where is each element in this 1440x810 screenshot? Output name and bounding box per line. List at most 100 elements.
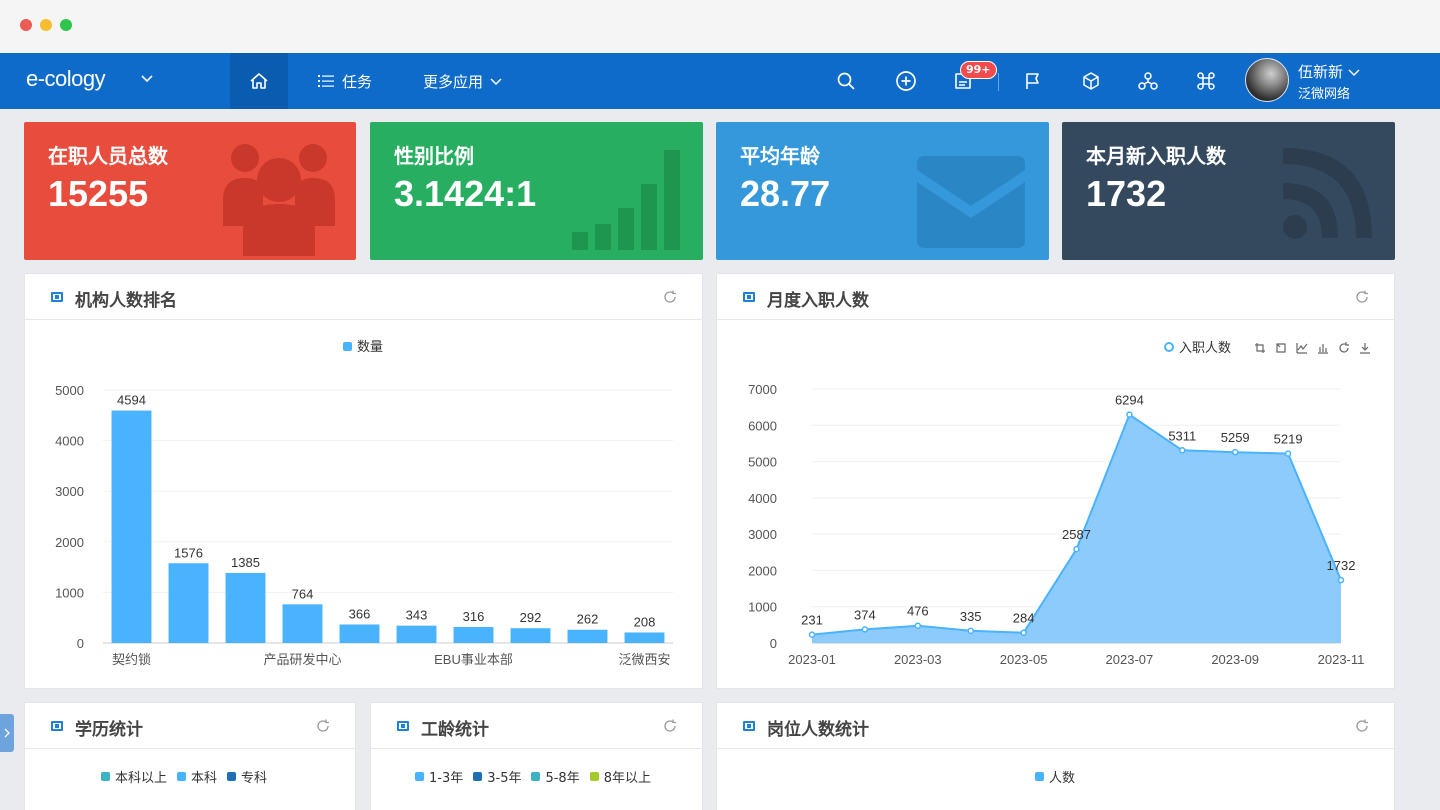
- legend-item[interactable]: 本科以上: [101, 767, 167, 786]
- sidebar-expand-handle[interactable]: [0, 714, 14, 752]
- panel-icon: [743, 292, 755, 302]
- zoom-reset-icon: [1276, 343, 1286, 353]
- legend-label: 1-3年: [429, 771, 464, 786]
- x-tick-label: 2023-03: [894, 652, 942, 667]
- stat-value: 3.1424:1: [394, 173, 537, 214]
- legend-item[interactable]: 人数: [1035, 767, 1075, 786]
- bar: [453, 627, 494, 643]
- panel-seniority: 工龄统计 1-3年 3-5年 5-8年 8年以上: [370, 702, 703, 810]
- org-tree-icon: [1138, 72, 1158, 90]
- window-minimize-button[interactable]: [40, 19, 52, 31]
- user-name[interactable]: 伍新新: [1298, 61, 1343, 82]
- nav-more-label: 更多应用: [423, 72, 484, 91]
- legend-item[interactable]: 5-8年: [531, 767, 580, 786]
- data-label: 231: [801, 613, 823, 628]
- window-maximize-button[interactable]: [60, 19, 72, 31]
- legend-swatch: [343, 342, 352, 351]
- app-logo[interactable]: e-cology: [26, 66, 106, 92]
- panel-icon: [743, 721, 755, 731]
- x-tick-label: 2023-07: [1106, 652, 1154, 667]
- legend-item[interactable]: 1-3年: [415, 767, 463, 786]
- legend-swatch: [531, 772, 541, 781]
- chevron-down-icon: [490, 78, 502, 86]
- y-tick-label: 3000: [748, 527, 777, 542]
- bar: [282, 604, 323, 643]
- legend-marker: [1164, 342, 1174, 352]
- chevron-down-icon[interactable]: [1347, 65, 1361, 79]
- home-icon: [250, 73, 268, 89]
- data-label: 1576: [174, 545, 203, 560]
- legend-label: 数量: [357, 339, 383, 354]
- search-icon: [837, 72, 855, 90]
- nav-task-button[interactable]: 任务: [318, 53, 372, 109]
- refresh-icon[interactable]: [662, 718, 678, 734]
- flag-button[interactable]: [1021, 69, 1045, 93]
- data-label: 262: [577, 612, 599, 627]
- x-tick-label: 2023-05: [1000, 652, 1048, 667]
- y-tick-label: 0: [77, 636, 84, 651]
- add-button[interactable]: [894, 69, 918, 93]
- nav-task-label: 任务: [342, 72, 373, 91]
- legend-item[interactable]: 8年以上: [589, 767, 651, 786]
- cube-button[interactable]: [1079, 69, 1103, 93]
- legend-swatch: [589, 772, 599, 781]
- legend-item[interactable]: 3-5年: [473, 767, 521, 786]
- stat-value: 15255: [48, 173, 149, 214]
- stat-card-total-staff: 在职人员总数 15255: [24, 122, 356, 260]
- legend-label: 人数: [1049, 771, 1076, 786]
- y-tick-label: 3000: [55, 484, 84, 499]
- line-icon: [1296, 343, 1308, 354]
- bar-chart: 数量 0 1000 2000 3000 4000 5000 4594 契约锁 1576 1385 76…: [55, 339, 673, 667]
- refresh-icon[interactable]: [1354, 718, 1370, 734]
- add-circle-icon: [896, 71, 916, 91]
- data-point: [1337, 576, 1345, 584]
- panel-position: 岗位人数统计 人数: [716, 702, 1395, 810]
- legend-label: 本科: [191, 771, 218, 786]
- y-tick-label: 1000: [748, 600, 777, 615]
- y-tick-label: 1000: [55, 585, 84, 600]
- window-close-button[interactable]: [20, 19, 32, 31]
- x-tick-label: 2023-01: [788, 652, 836, 667]
- refresh-icon[interactable]: [315, 718, 331, 734]
- command-button[interactable]: [1194, 69, 1218, 93]
- data-point: [1020, 629, 1027, 636]
- bar: [396, 625, 437, 643]
- data-point: [1073, 545, 1080, 553]
- panel-title: 工龄统计: [421, 720, 489, 740]
- avatar[interactable]: [1245, 58, 1289, 102]
- legend-item[interactable]: 专科: [227, 767, 267, 786]
- data-point: [861, 626, 869, 633]
- legend-item[interactable]: 本科: [177, 767, 217, 786]
- nav-home-button[interactable]: [230, 53, 288, 109]
- org-structure-button[interactable]: [1136, 69, 1160, 93]
- top-navbar: e-cology 任务 更多应用 99+ 伍新新 泛微网络: [0, 53, 1440, 109]
- chart-legend: 1-3年 3-5年 5-8年 8年以上: [415, 767, 661, 786]
- panel-header: 月度入职人数: [717, 274, 1394, 320]
- data-point: [1284, 450, 1292, 457]
- x-tick-label: 2023-09: [1211, 652, 1259, 667]
- envelope-icon: [917, 156, 1025, 248]
- refresh-icon[interactable]: [662, 289, 678, 305]
- download-icon: [1360, 343, 1370, 354]
- data-label: 764: [292, 586, 314, 601]
- bar: [225, 572, 266, 643]
- data-label: 316: [463, 609, 485, 624]
- search-button[interactable]: [834, 69, 858, 93]
- data-point: [808, 631, 816, 638]
- restore-icon: [1339, 342, 1349, 353]
- refresh-icon[interactable]: [1354, 289, 1370, 305]
- users-icon: [223, 144, 335, 256]
- nav-more-apps-button[interactable]: 更多应用: [423, 53, 503, 109]
- notification-badge: 99+: [960, 61, 997, 79]
- y-tick-label: 5000: [748, 455, 777, 470]
- chevron-down-icon[interactable]: [138, 69, 156, 87]
- list-icon: [318, 75, 334, 87]
- stat-card-new-hires: 本月新入职人数 1732: [1062, 122, 1395, 260]
- panel-org-ranking: 机构人数排名 数量 0 1000 2000 3000 4000 5000 4594 契约锁 157…: [24, 273, 703, 689]
- legend-swatch: [101, 772, 110, 781]
- bar: [567, 629, 608, 643]
- user-organization: 泛微网络: [1298, 87, 1351, 102]
- bar: [510, 628, 551, 643]
- legend-label: 本科以上: [115, 771, 168, 786]
- x-tick-label: 2023-11: [1318, 652, 1365, 667]
